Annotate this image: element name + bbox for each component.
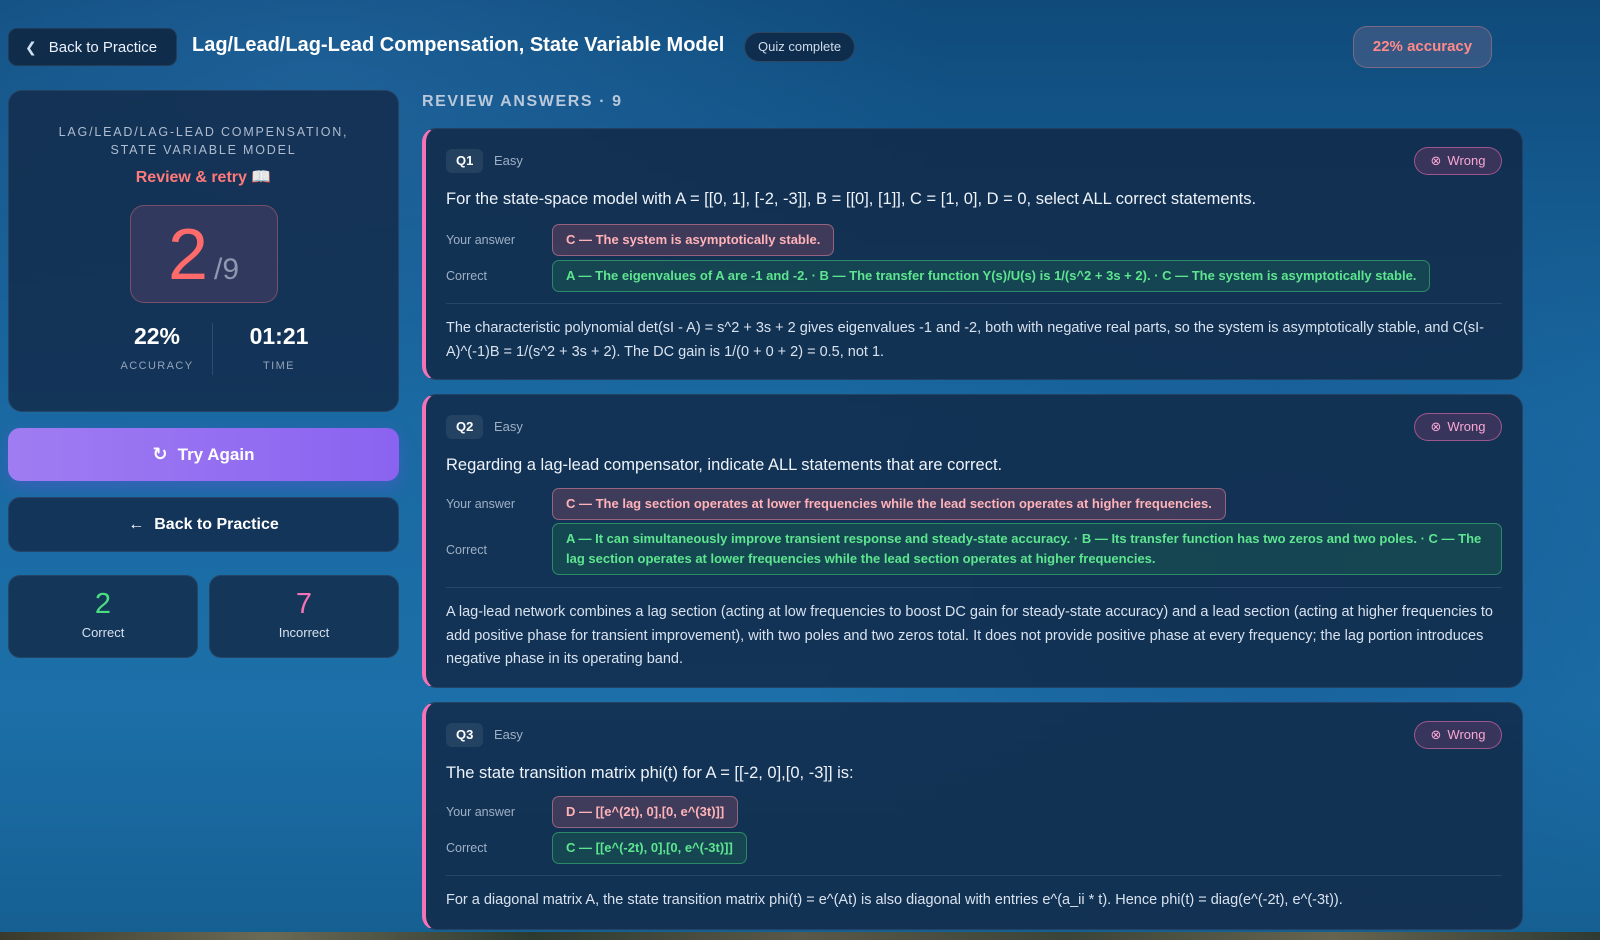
x-circle-icon: ⊗ [1430,727,1442,742]
difficulty-label: Easy [494,419,523,434]
x-circle-icon: ⊗ [1430,153,1442,168]
question-card: Q1 Easy ⊗ Wrong For the state-space model… [422,128,1523,380]
wrong-badge: ⊗ Wrong [1414,413,1502,441]
correct-answer-chip: A — The eigenvalues of A are -1 and -2. … [552,260,1431,292]
your-answer-chip: D — [[e^(2t), 0],[0, e^(3t)]] [552,796,739,828]
stats-divider [212,323,213,375]
question-number: Q3 [446,723,484,747]
question-text: The state transition matrix phi(t) for A… [446,764,854,782]
top-bar: ❮ Back to Practice Lag/Lead/Lag-Lead Com… [8,26,1592,68]
wrong-label: Wrong [1447,153,1486,168]
incorrect-count: 7 [295,588,313,620]
explanation-text: The characteristic polynomial det(sI - A… [446,320,1484,360]
question-text: Regarding a lag-lead compensator, indica… [446,456,1003,474]
correct-answer-chip: A — It can simultaneously improve transi… [552,523,1502,575]
explanation-text: For a diagonal matrix A, the state trans… [446,892,1343,908]
back-to-practice-label: Back to Practice [48,38,158,56]
question-number: Q2 [446,415,484,439]
time-stat: 01:21 TIME [219,323,339,372]
accuracy-badge: 22% accuracy [1353,26,1492,68]
your-answer-chip: C — The system is asymptotically stable. [552,224,835,256]
correct-count-label: Correct [81,625,125,640]
time-label: TIME [263,360,295,372]
incorrect-count-label: Incorrect [278,625,330,640]
your-answer-label: Your answer [446,233,516,247]
correct-label: Correct [446,269,487,283]
question-card: Q2 Easy ⊗ Wrong Regarding a lag-lead comp… [422,394,1523,688]
question-number: Q1 [446,149,484,173]
review-heading: REVIEW ANSWERS · 9 [422,93,623,110]
background-ground [0,932,1600,940]
chevron-left-icon: ❮ [25,38,37,55]
retry-icon: ↻ [152,444,168,464]
score-box: 2 /9 [129,205,278,303]
score-value: 2 [167,215,208,295]
divider [446,587,1502,588]
try-again-button[interactable]: ↻ Try Again [8,428,399,481]
your-answer-chip: C — The lag section operates at lower fr… [552,488,1226,520]
back-to-practice-top-button[interactable]: ❮ Back to Practice [8,28,177,66]
your-answer-label: Your answer [446,805,516,819]
explanation-text: A lag-lead network combines a lag sectio… [446,604,1493,667]
time-value: 01:21 [249,323,309,349]
topic-title: LAG/LEAD/LAG-LEAD COMPENSATION, STATE VA… [58,125,349,157]
score-total: /9 [214,253,240,286]
divider [446,875,1502,876]
incorrect-count-card: 7 Incorrect [209,575,399,658]
correct-count: 2 [94,588,112,620]
difficulty-label: Easy [494,727,523,742]
correct-count-card: 2 Correct [8,575,198,658]
accuracy-stat: 22% ACCURACY [97,323,217,372]
correct-label: Correct [446,543,487,557]
stats-row: 22% ACCURACY 01:21 TIME [9,323,400,377]
correct-answer-chip: C — [[e^(-2t), 0],[0, e^(-3t)]] [552,832,747,864]
question-text: For the state-space model with A = [[0, … [446,190,1257,208]
x-circle-icon: ⊗ [1430,419,1442,434]
summary-card: LAG/LEAD/LAG-LEAD COMPENSATION, STATE VA… [8,90,399,412]
review-retry-text: Review & retry 📖 [135,169,272,186]
correct-label: Correct [446,841,487,855]
wrong-label: Wrong [1447,727,1486,742]
arrow-left-icon: ← [128,515,145,533]
wrong-badge: ⊗ Wrong [1414,147,1502,175]
try-again-label: Try Again [177,444,255,464]
your-answer-label: Your answer [446,497,516,511]
difficulty-label: Easy [494,153,523,168]
accuracy-label: ACCURACY [120,360,194,372]
divider [446,303,1502,304]
back-to-practice-button-label: Back to Practice [154,515,279,533]
question-card: Q3 Easy ⊗ Wrong The state transition matr… [422,702,1523,930]
page-title: Lag/Lead/Lag-Lead Compensation, State Va… [192,34,725,56]
wrong-label: Wrong [1447,419,1486,434]
status-badge: Quiz complete [744,32,856,62]
accuracy-value: 22% [133,323,181,349]
wrong-badge: ⊗ Wrong [1414,721,1502,749]
back-to-practice-button[interactable]: ← Back to Practice [8,497,399,552]
